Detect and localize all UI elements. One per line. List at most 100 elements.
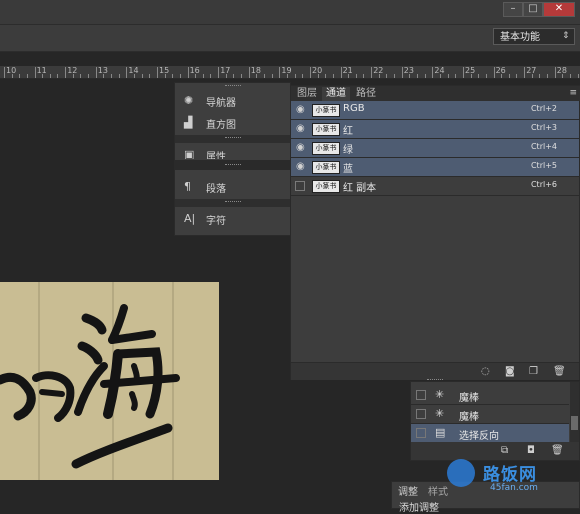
- ruler-tick-mark: [279, 67, 281, 78]
- ruler-tick-mark: [57, 74, 59, 78]
- ruler-tick-mark: [378, 74, 380, 78]
- history-panel: ✳ 魔棒 ✳ 魔棒 ▤ 选择反向 ⧉ ◘ 🗑: [410, 379, 580, 461]
- channel-shortcut: Ctrl+6: [530, 180, 557, 189]
- ruler-tick-mark: [463, 67, 464, 78]
- history-label: 选择反向: [459, 431, 499, 442]
- eye-icon[interactable]: ◉: [296, 105, 305, 115]
- visibility-toggle[interactable]: [295, 181, 305, 191]
- dock-item-label: 直方图: [206, 120, 236, 131]
- scrollbar-thumb[interactable]: [571, 416, 578, 430]
- tab-styles[interactable]: 样式: [428, 483, 448, 498]
- dock-item-label: 字符: [206, 216, 226, 227]
- ruler-tick-mark: [432, 67, 434, 78]
- maximize-button[interactable]: □: [523, 2, 543, 17]
- eye-icon[interactable]: ◉: [296, 124, 305, 134]
- dock-item-paragraph[interactable]: ¶ 段落: [175, 177, 290, 197]
- channel-row-green[interactable]: ◉ 小篆书海 绿 Ctrl+4: [291, 139, 579, 158]
- new-document-from-state-icon[interactable]: ⧉: [501, 445, 508, 456]
- close-button[interactable]: ✕: [543, 2, 575, 17]
- dock-item-histogram[interactable]: ▟ 直方图: [175, 113, 290, 133]
- history-row[interactable]: ✳ 魔棒: [411, 386, 569, 405]
- ruler-tick-mark: [524, 67, 526, 78]
- ruler-tick-mark: [340, 67, 342, 78]
- history-snapshot-checkbox[interactable]: [416, 390, 426, 400]
- history-snapshot-checkbox[interactable]: [416, 409, 426, 419]
- ruler-tick-mark: [103, 74, 105, 78]
- ruler-tick-mark: [49, 74, 51, 78]
- history-scrollbar[interactable]: [570, 382, 579, 442]
- new-channel-icon[interactable]: ❐: [529, 366, 538, 377]
- ruler-tick-mark: [516, 74, 518, 78]
- canvas-image[interactable]: [0, 282, 219, 480]
- channel-name: 红: [343, 126, 353, 137]
- load-selection-icon[interactable]: ◌: [481, 366, 490, 377]
- ruler-tick-mark: [317, 74, 319, 78]
- dock-item-label: 导航器: [206, 98, 236, 109]
- ruler-tick-mark: [19, 74, 21, 78]
- ruler-tick-mark: [126, 67, 128, 78]
- ruler-tick-mark: [157, 67, 158, 78]
- ruler-tick-mark: [485, 74, 487, 78]
- history-snapshot-checkbox[interactable]: [416, 428, 426, 438]
- delete-channel-icon[interactable]: 🗑: [553, 366, 566, 377]
- ruler-tick-mark: [294, 74, 296, 78]
- minimize-button[interactable]: –: [503, 2, 523, 17]
- history-row-selected[interactable]: ▤ 选择反向: [411, 424, 569, 443]
- ruler-tick-mark: [233, 74, 235, 78]
- tab-layers[interactable]: 图层: [293, 87, 321, 101]
- ruler-tick-mark: [348, 74, 350, 78]
- camera-icon[interactable]: ◘: [527, 445, 535, 456]
- history-row[interactable]: ✳ 魔棒: [411, 405, 569, 424]
- horizontal-ruler: 10 11 12 13 14 15 16 17 18 19 20 21 22 23 24 25 26 27 28: [0, 66, 580, 79]
- ruler-tick-mark: [539, 74, 541, 78]
- channel-thumbnail: 小篆书海: [312, 123, 340, 136]
- channel-name: 蓝: [343, 164, 353, 175]
- ruler-tick-mark: [42, 74, 44, 78]
- save-selection-icon[interactable]: ◙: [505, 366, 515, 377]
- ruler-tick-mark: [141, 74, 143, 78]
- ruler-tick-mark: [80, 74, 82, 78]
- watermark-url: 45fan.com: [490, 483, 538, 493]
- dock-item-navigator[interactable]: ✺ 导航器: [175, 91, 290, 111]
- panel-menu-icon[interactable]: ≡: [569, 88, 577, 98]
- channel-row-blue[interactable]: ◉ 小篆书海 蓝 Ctrl+5: [291, 158, 579, 177]
- ruler-tick-mark: [570, 74, 571, 78]
- channels-footer: ◌ ◙ ❐ 🗑: [291, 362, 579, 380]
- title-bar: [0, 0, 580, 24]
- panel-grip[interactable]: [427, 379, 443, 383]
- ruler-tick-mark: [11, 74, 13, 78]
- watermark-title: 路饭网: [483, 465, 537, 485]
- trash-icon[interactable]: 🗑: [551, 445, 564, 456]
- channel-shortcut: Ctrl+2: [530, 104, 557, 113]
- ruler-tick-mark: [218, 67, 220, 78]
- properties-icon: ▣: [184, 148, 195, 159]
- tab-channels[interactable]: 通道: [322, 87, 350, 101]
- ruler-tick-mark: [210, 74, 212, 78]
- history-label: 魔棒: [459, 393, 479, 404]
- character-icon: A|: [184, 212, 196, 225]
- ruler-tick-mark: [302, 74, 304, 78]
- dock-item-label: 属性: [206, 152, 226, 159]
- ruler-tick-mark: [118, 74, 120, 78]
- ruler-tick-mark: [26, 74, 28, 78]
- ruler-tick-mark: [172, 74, 174, 78]
- channel-shortcut: Ctrl+3: [530, 123, 557, 132]
- eye-icon[interactable]: ◉: [296, 162, 305, 172]
- ruler-tick-mark: [355, 74, 357, 78]
- eye-icon[interactable]: ◉: [296, 143, 305, 153]
- channel-row-rgb[interactable]: ◉ 小篆书海 RGB Ctrl+2: [291, 101, 579, 120]
- ruler-tick-mark: [287, 74, 288, 78]
- dock-grip[interactable]: [225, 85, 241, 89]
- tab-adjustments[interactable]: 调整: [398, 483, 418, 498]
- tab-paths[interactable]: 路径: [352, 87, 380, 101]
- add-adjustment-label: 添加调整: [399, 503, 439, 514]
- dock-item-character[interactable]: A| 字符: [175, 209, 290, 229]
- ruler-tick-mark: [4, 67, 5, 78]
- adjustments-panel: 调整 样式 添加调整: [391, 481, 580, 514]
- channel-row-red-copy[interactable]: 小篆书海 红 副本 Ctrl+6: [291, 177, 579, 196]
- channel-thumbnail: 小篆书海: [312, 104, 340, 117]
- ruler-tick-mark: [179, 74, 181, 78]
- ruler-tick-mark: [386, 74, 388, 78]
- dock-item-properties[interactable]: ▣ 属性: [175, 145, 290, 159]
- channel-row-red[interactable]: ◉ 小篆书海 红 Ctrl+3: [291, 120, 579, 139]
